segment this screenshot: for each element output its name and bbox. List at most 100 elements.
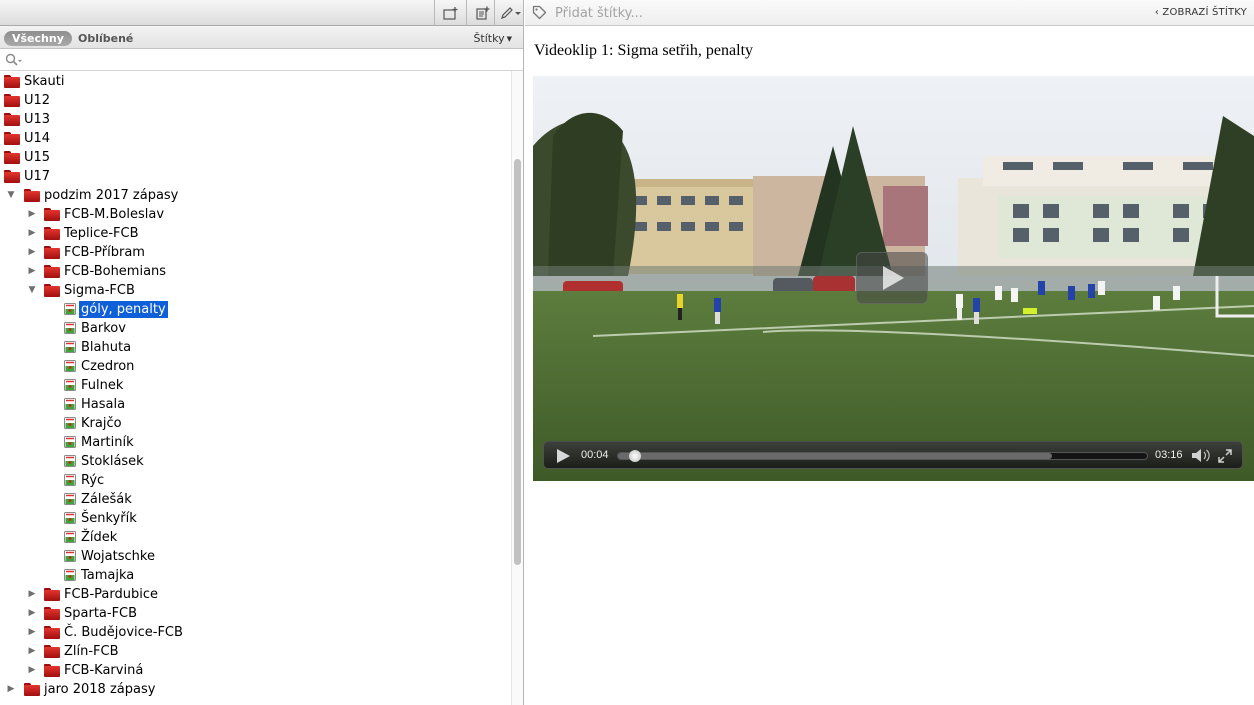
seek-handle[interactable] [629,450,641,462]
video-note-icon [64,303,76,315]
tree-item-video[interactable]: Rýc [0,471,510,490]
tree-item-label: U12 [24,93,51,108]
big-play-button[interactable] [856,252,928,304]
tree-item-video[interactable]: Czedron [0,357,510,376]
video-note-icon [64,379,76,391]
disclosure-collapsed-icon[interactable]: ▶ [27,604,37,623]
video-player[interactable]: 00:04 03:16 [533,76,1254,481]
scrollbar-thumb[interactable] [514,159,521,565]
fullscreen-icon[interactable] [1218,449,1232,463]
tree-item-folder[interactable]: ▶ Č. Budějovice-FCB [0,623,510,642]
tag-icon [532,5,547,20]
tree-item-label: Sparta-FCB [64,606,138,621]
tree-item-video[interactable]: Zálešák [0,490,510,509]
disclosure-collapsed-icon[interactable]: ▶ [27,243,37,262]
disclosure-collapsed-icon[interactable]: ▶ [27,623,37,642]
tree-item-video[interactable]: Wojatschke [0,547,510,566]
tree-item-folder[interactable]: U14 [0,129,510,148]
volume-icon[interactable] [1191,448,1211,463]
disclosure-collapsed-icon[interactable]: ▶ [27,224,37,243]
tree-item-label: U17 [24,169,51,184]
disclosure-expanded-icon[interactable]: ▼ [6,186,16,205]
show-tags-button[interactable]: ‹ ZOBRAZÍ ŠTÍTKY [1155,7,1247,18]
tree-item-label: U15 [24,150,51,165]
tree-item-folder[interactable]: ▶ FCB-Karviná [0,661,510,680]
tree-item-video[interactable]: Fulnek [0,376,510,395]
disclosure-collapsed-icon[interactable]: ▶ [27,205,37,224]
tree-item-folder[interactable]: U15 [0,148,510,167]
tree-item-video[interactable]: Hasala [0,395,510,414]
tree-item-label: FCB-M.Boleslav [64,207,165,222]
edit-menu-button[interactable] [494,0,523,26]
tree-item-label: FCB-Karviná [64,663,144,678]
tree-item-folder[interactable]: ▶ jaro 2018 zápasy [0,680,510,699]
tree-item-label: Fulnek [81,378,124,393]
folder-icon [44,607,60,620]
tree-item-label: FCB-Pardubice [64,587,159,602]
tree-item-folder[interactable]: Skauti [0,72,510,91]
play-icon[interactable] [556,449,571,463]
new-folder-button[interactable] [434,0,466,26]
tags-dropdown[interactable]: Štítky ▼ [473,31,512,47]
tree-item-folder[interactable]: ▶ FCB-M.Boleslav [0,205,510,224]
tree-item-video[interactable]: Tamajka [0,566,510,585]
tree-item-video[interactable]: Krajčo [0,414,510,433]
chevron-down-icon: ▼ [506,35,512,43]
disclosure-collapsed-icon[interactable]: ▶ [27,585,37,604]
folder-icon [4,132,20,145]
search-icon[interactable] [5,53,23,67]
filter-bar: Všechny Oblíbené Štítky ▼ [0,26,523,49]
disclosure-collapsed-icon[interactable]: ▶ [27,642,37,661]
tree-item-folder[interactable]: ▶ FCB-Pardubice [0,585,510,604]
filter-all-button[interactable]: Všechny [4,31,72,46]
disclosure-collapsed-icon[interactable]: ▶ [27,262,37,281]
tree-item-folder[interactable]: ▶ Teplice-FCB [0,224,510,243]
disclosure-expanded-icon[interactable]: ▼ [27,281,37,300]
add-tags-input[interactable] [555,4,1055,22]
video-note-icon [64,436,76,448]
filter-favorites-button[interactable]: Oblíbené [78,31,133,46]
tree-item-label: jaro 2018 zápasy [44,682,156,697]
folder-icon [44,265,60,278]
tree-item-video[interactable]: Žídek [0,528,510,547]
clip-title: Videoklip 1: Sigma setřih, penalty [534,42,754,59]
folder-icon [44,645,60,658]
tree-item-label: Tamajka [81,568,135,583]
video-note-icon [64,322,76,334]
disclosure-collapsed-icon[interactable]: ▶ [27,661,37,680]
detail-pane: ‹ ZOBRAZÍ ŠTÍTKY Videoklip 1: Sigma setř… [525,0,1254,705]
tree-item-label: góly, penalty [79,301,168,318]
folder-icon [4,94,20,107]
video-note-icon [64,569,76,581]
tree-item-folder[interactable]: U13 [0,110,510,129]
tree-item-label: Zlín-FCB [64,644,119,659]
tree-item-video[interactable]: Barkov [0,319,510,338]
tree-item-folder[interactable]: ▼ Sigma-FCB [0,281,510,300]
library-toolbar [0,0,523,26]
tree-scrollbar[interactable] [511,71,523,705]
tree-item-folder[interactable]: ▶ FCB-Bohemians [0,262,510,281]
video-note-icon [64,531,76,543]
folder-icon [44,227,60,240]
tree-item-folder[interactable]: ▶ Sparta-FCB [0,604,510,623]
disclosure-collapsed-icon[interactable]: ▶ [6,680,16,699]
tree-item-folder[interactable]: U12 [0,91,510,110]
tree-item-label: Šenkyřík [81,511,137,526]
folder-icon [24,683,40,696]
tree-item-label: U13 [24,112,51,127]
tree-item-folder[interactable]: ▶ Zlín-FCB [0,642,510,661]
video-note-icon [64,398,76,410]
tree-item-label: Martiník [81,435,134,450]
tree-item-label: Zálešák [81,492,132,507]
tree-item-video[interactable]: Blahuta [0,338,510,357]
tree-item-video[interactable]: Martiník [0,433,510,452]
tree-item-video[interactable]: góly, penalty [0,300,510,319]
tree-item-folder[interactable]: ▶ FCB-Příbram [0,243,510,262]
tree-item-folder[interactable]: U17 [0,167,510,186]
seek-bar[interactable] [617,450,1148,462]
tree-item-video[interactable]: Šenkyřík [0,509,510,528]
tree-item-video[interactable]: Stoklásek [0,452,510,471]
current-time: 00:04 [581,449,609,461]
tree-item-folder[interactable]: ▼ podzim 2017 zápasy [0,186,510,205]
search-input[interactable] [26,52,506,69]
